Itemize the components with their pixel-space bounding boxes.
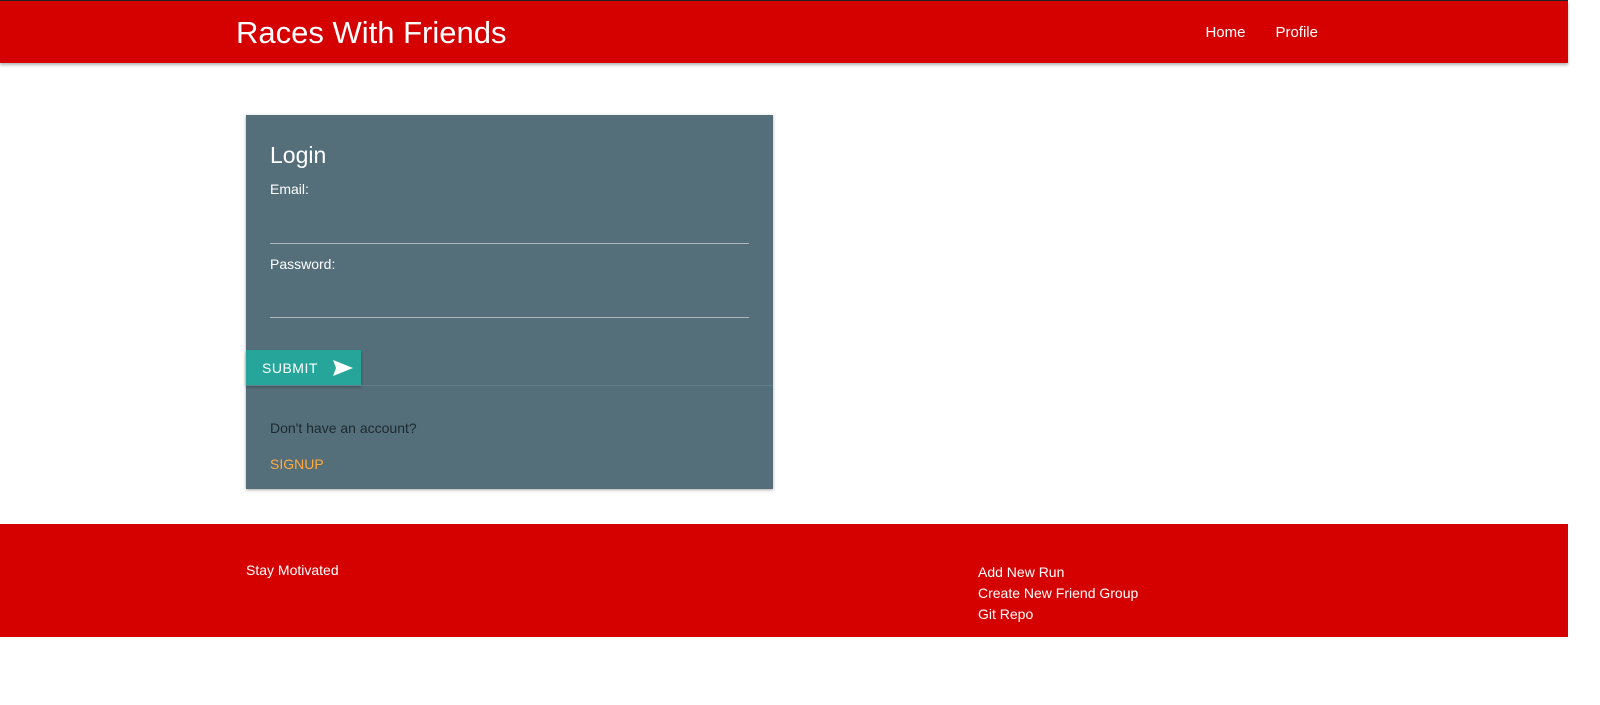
nav-home[interactable]: Home [1205,24,1245,41]
footer-link-create-group[interactable]: Create New Friend Group [978,583,1138,604]
password-label: Password: [270,256,336,272]
signup-link[interactable]: SIGNUP [270,456,324,472]
login-title: Login [270,142,327,168]
nav-links: Home Profile [1205,24,1318,41]
card-divider [246,385,773,386]
navbar: Races With Friends Home Profile [0,1,1568,63]
footer-link-git-repo[interactable]: Git Repo [978,604,1138,625]
no-account-text: Don't have an account? [270,420,417,436]
login-card: Login Email: Password: SUBMIT Don't have… [246,115,773,489]
password-field[interactable] [270,289,749,318]
submit-button[interactable]: SUBMIT [246,350,361,385]
email-label: Email: [270,181,309,197]
submit-label: SUBMIT [262,359,318,376]
send-icon [332,359,353,376]
footer-link-add-run[interactable]: Add New Run [978,562,1138,583]
nav-profile[interactable]: Profile [1275,24,1318,41]
email-field[interactable] [270,215,749,244]
footer-motto: Stay Motivated [246,562,339,578]
brand-logo-link[interactable]: Races With Friends [236,15,506,51]
footer-links: Add New Run Create New Friend Group Git … [978,562,1138,625]
footer: Stay Motivated Add New Run Create New Fr… [0,524,1568,637]
